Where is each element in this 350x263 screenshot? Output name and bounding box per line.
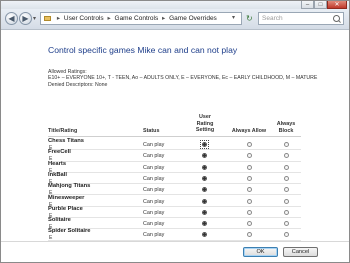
user-rating-setting-radio[interactable] bbox=[202, 175, 207, 181]
column-header-always-block: Always Block bbox=[276, 121, 296, 134]
table-row: Purble Place E Can play bbox=[48, 205, 301, 219]
game-title: Mahjong Titans bbox=[48, 183, 91, 190]
search-icon[interactable] bbox=[333, 15, 340, 22]
user-rating-setting-radio[interactable] bbox=[202, 187, 207, 193]
game-title: Purble Place bbox=[48, 205, 83, 212]
minimize-button[interactable]: – bbox=[301, 1, 314, 9]
game-status: Can play bbox=[143, 209, 165, 216]
back-button[interactable]: ◀ bbox=[5, 12, 18, 25]
breadcrumb-game-overrides[interactable]: Game Overrides bbox=[169, 15, 217, 22]
column-header-user-rating-setting: User Rating Setting bbox=[195, 114, 215, 133]
always-allow-radio[interactable] bbox=[247, 153, 252, 159]
refresh-icon[interactable]: ↻ bbox=[246, 14, 253, 23]
search-input[interactable]: Search bbox=[258, 12, 344, 25]
always-block-radio[interactable] bbox=[284, 198, 289, 204]
always-block-radio[interactable] bbox=[284, 187, 289, 193]
close-button[interactable]: ✕ bbox=[327, 1, 347, 9]
table-row: FreeCell E Can play bbox=[48, 149, 301, 162]
game-title: Spider Solitaire bbox=[48, 228, 91, 235]
game-status: Can play bbox=[143, 198, 165, 205]
breadcrumb-game-controls[interactable]: Game Controls bbox=[115, 15, 159, 22]
always-block-radio[interactable] bbox=[284, 164, 289, 170]
header-divider bbox=[48, 136, 301, 137]
game-title: Solitaire bbox=[48, 217, 71, 224]
game-title: FreeCell bbox=[48, 149, 71, 156]
navigation-bar: ◀ ▶ ▾ ▸ User Controls ▸ Game Controls ▸ … bbox=[1, 9, 349, 30]
address-dropdown-icon[interactable]: ▾ bbox=[232, 14, 235, 21]
page-title: Control specific games Mike can and can … bbox=[48, 45, 238, 55]
column-header-title: Title/Rating bbox=[48, 128, 78, 134]
always-allow-radio[interactable] bbox=[247, 198, 252, 204]
user-rating-setting-radio[interactable] bbox=[202, 232, 207, 238]
always-allow-radio[interactable] bbox=[247, 209, 252, 215]
always-allow-radio[interactable] bbox=[247, 164, 252, 170]
always-allow-radio[interactable] bbox=[247, 175, 252, 181]
search-placeholder: Search bbox=[262, 15, 283, 22]
parental-controls-window: – □ ✕ ◀ ▶ ▾ ▸ User Controls ▸ Game Contr… bbox=[0, 0, 350, 263]
game-status: Can play bbox=[143, 164, 165, 171]
title-bar: – □ ✕ bbox=[1, 1, 349, 9]
always-block-radio[interactable] bbox=[284, 232, 289, 238]
always-block-radio[interactable] bbox=[284, 221, 289, 227]
table-row: Spider Solitaire E Can play bbox=[48, 228, 301, 241]
user-rating-setting-radio[interactable] bbox=[202, 153, 207, 159]
table-row: Minesweeper E Can play bbox=[48, 194, 301, 208]
game-status: Can play bbox=[143, 187, 165, 194]
back-arrow-icon: ◀ bbox=[8, 14, 15, 23]
breadcrumb-separator-icon: ▸ bbox=[107, 15, 111, 22]
recent-pages-dropdown-icon[interactable]: ▾ bbox=[33, 15, 36, 22]
footer-divider bbox=[1, 241, 349, 242]
user-rating-setting-radio[interactable] bbox=[202, 142, 207, 147]
always-allow-radio[interactable] bbox=[247, 187, 252, 193]
game-title: Chess Titans bbox=[48, 138, 84, 144]
always-block-radio[interactable] bbox=[284, 175, 289, 181]
ok-button[interactable]: OK bbox=[243, 247, 278, 257]
game-status: Can play bbox=[143, 232, 165, 239]
user-rating-setting-radio[interactable] bbox=[202, 198, 207, 204]
user-rating-setting-radio[interactable] bbox=[202, 164, 207, 170]
maximize-button[interactable]: □ bbox=[314, 1, 327, 9]
table-row: Hearts E Can play bbox=[48, 160, 301, 174]
allowed-ratings-text: E10+ – EVERYONE 10+, T - TEEN, Ao – ADUL… bbox=[48, 75, 318, 81]
game-status: Can play bbox=[143, 175, 165, 182]
game-status: Can play bbox=[143, 153, 165, 160]
game-title: Minesweeper bbox=[48, 194, 85, 201]
game-title: Hearts bbox=[48, 160, 67, 167]
always-block-radio[interactable] bbox=[284, 153, 289, 159]
user-rating-setting-radio[interactable] bbox=[202, 209, 207, 215]
always-block-radio[interactable] bbox=[284, 142, 289, 147]
column-header-always-allow: Always Allow bbox=[231, 128, 267, 134]
user-rating-setting-radio[interactable] bbox=[202, 221, 207, 227]
forward-button[interactable]: ▶ bbox=[19, 12, 32, 25]
forward-arrow-icon: ▶ bbox=[22, 14, 29, 23]
denied-descriptors: Denied Descriptors: None bbox=[48, 82, 108, 88]
always-allow-radio[interactable] bbox=[247, 232, 252, 238]
breadcrumb-separator-icon: ▸ bbox=[56, 15, 61, 22]
game-title: InkBall bbox=[48, 171, 68, 178]
breadcrumb-separator-icon: ▸ bbox=[162, 15, 166, 22]
game-status: Can play bbox=[143, 221, 165, 228]
breadcrumb-user-controls[interactable]: User Controls bbox=[64, 15, 104, 22]
table-row: Mahjong Titans E Can play bbox=[48, 183, 301, 196]
window-controls: – □ ✕ bbox=[301, 1, 347, 9]
table-row: Chess Titans E Can play bbox=[48, 138, 301, 151]
address-bar[interactable]: ▸ User Controls ▸ Game Controls ▸ Game O… bbox=[40, 12, 242, 25]
folder-icon bbox=[44, 15, 51, 21]
always-allow-radio[interactable] bbox=[247, 142, 252, 147]
cancel-button[interactable]: Cancel bbox=[283, 247, 318, 257]
always-allow-radio[interactable] bbox=[247, 221, 252, 227]
game-status: Can play bbox=[143, 142, 165, 148]
always-block-radio[interactable] bbox=[284, 209, 289, 215]
column-header-status: Status bbox=[143, 128, 160, 134]
